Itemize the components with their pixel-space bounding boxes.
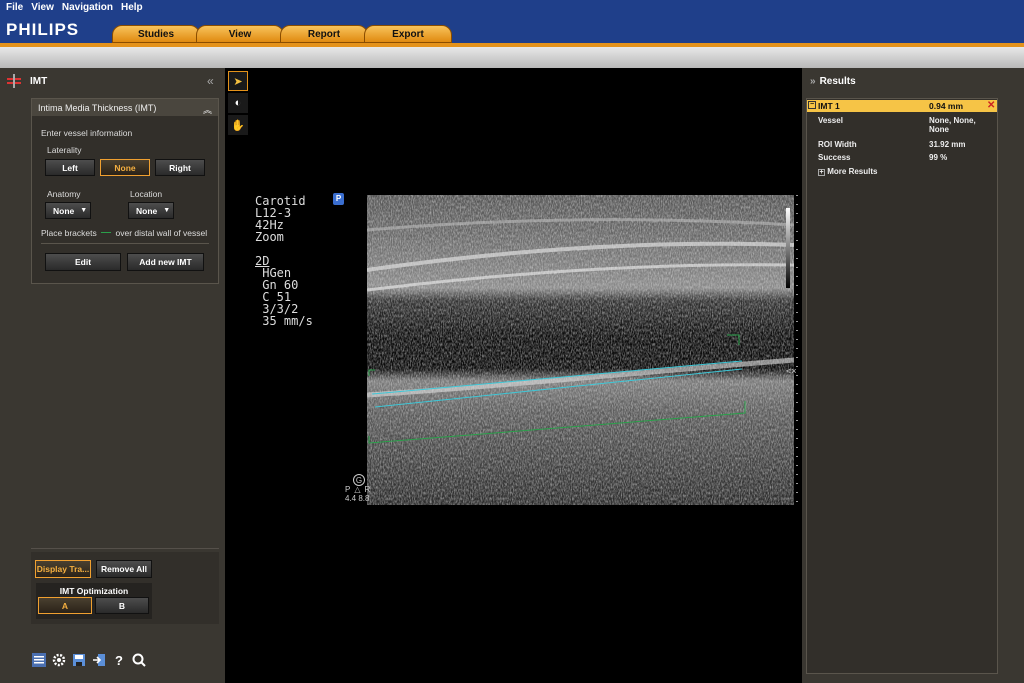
results-list [806,98,998,674]
laterality-label: Laterality [47,145,82,155]
list-icon[interactable] [31,652,47,668]
anatomy-select[interactable]: None ▼ [45,202,91,219]
divider [31,548,219,549]
nav-tabs: Studies View Report Export [112,25,452,43]
collapse-left-icon[interactable]: « [207,74,214,88]
results-title: Results [819,76,856,87]
laterality-right-button[interactable]: Right [155,159,205,176]
location-select[interactable]: None ▼ [128,202,174,219]
imt-optimization-label: IMT Optimization [59,586,129,596]
delete-icon[interactable]: ✕ [987,100,995,111]
success-value: 99 % [929,153,948,162]
result-value: 0.94 mm [929,101,964,111]
collapse-minus-icon[interactable]: − [808,101,816,109]
anatomy-value: None [53,205,75,216]
zoom-icon[interactable] [131,652,147,668]
brand-logo: PHILIPS [6,20,80,39]
remove-all-button[interactable]: Remove All [96,560,152,578]
probe-marker-badge: P [333,193,344,205]
result-label: IMT 1 [818,101,840,111]
ultrasound-image[interactable] [367,195,794,505]
probe-r-label: R [364,485,371,494]
probe-orientation: G P △ R 4.4 8.8 [345,474,370,503]
pointer-tool-icon[interactable]: ➤ [228,71,248,91]
more-results-label: More Results [827,167,878,176]
menu-help[interactable]: Help [121,2,143,13]
tab-export[interactable]: Export [364,25,452,43]
depth-scale [796,195,798,505]
imt-icon [7,74,21,88]
probe-values: 4.4 8.8 [345,494,370,503]
dropdown-arrow-icon: ▼ [80,207,88,214]
roi-width-value: 31.92 mm [929,140,966,149]
result-row-selected[interactable]: − IMT 1 0.94 mm ✕ [807,100,997,112]
imt-section-header[interactable]: Intima Media Thickness (IMT) ︽ [32,99,218,116]
expand-plus-icon: + [818,169,825,176]
imt-option-b-button[interactable]: B [95,597,149,614]
menu-file[interactable]: File [6,2,23,13]
vessel-label: Vessel [818,116,843,125]
param-sweep-speed: 35 mm/s [262,314,313,328]
place-brackets-hint: Place brackets over distal wall of vesse… [41,228,208,238]
location-value: None [136,205,158,216]
imt-option-a-button[interactable]: A [38,597,92,614]
laterality-left-button[interactable]: Left [45,159,95,176]
grayscale-bar [786,208,790,288]
settings-icon[interactable] [51,652,67,668]
toolbar-strip [0,47,1024,68]
save-icon[interactable] [71,652,87,668]
divider [41,243,209,244]
expand-right-icon[interactable]: » [810,76,816,87]
results-header: » Results [810,76,856,87]
tab-studies[interactable]: Studies [112,25,200,43]
add-new-imt-button[interactable]: Add new IMT [127,253,204,271]
bracket-icon [101,232,112,236]
tab-view[interactable]: View [196,25,284,43]
contrast-tool-icon[interactable]: ◐ [228,93,248,113]
bottom-toolbar: ? [31,652,147,668]
menu-navigation[interactable]: Navigation [62,2,113,13]
focus-marker[interactable]: <× [786,366,797,376]
zoom-label: Zoom [255,230,284,244]
tab-report[interactable]: Report [280,25,368,43]
exit-icon[interactable] [91,652,107,668]
display-trace-button[interactable]: Display Tra... [35,560,91,578]
imt-section-title: Intima Media Thickness (IMT) [38,103,157,113]
collapse-up-icon[interactable]: ︽ [203,103,212,115]
acquisition-info: Carotid L12-3 42Hz Zoom 2D HGen Gn 60 C … [255,195,313,327]
vessel-value: None, None, None [929,116,976,134]
roi-width-label: ROI Width [818,140,857,149]
edit-button[interactable]: Edit [45,253,121,271]
probe-p-label: P [345,485,351,494]
success-label: Success [818,153,851,162]
triangle-icon: △ [354,485,361,494]
pan-hand-icon[interactable]: ✋ [228,115,248,135]
menu-bar: File View Navigation Help [6,2,143,13]
anatomy-label: Anatomy [47,189,81,199]
panel-title: IMT [30,76,48,87]
image-tools: ➤ ◐ ✋ [228,71,248,137]
enter-vessel-label: Enter vessel information [41,128,133,138]
help-icon[interactable]: ? [111,652,127,668]
dropdown-arrow-icon: ▼ [163,207,171,214]
laterality-none-button[interactable]: None [100,159,150,176]
location-label: Location [130,189,163,199]
more-results-toggle[interactable]: + More Results [818,167,877,176]
menu-view[interactable]: View [31,2,54,13]
